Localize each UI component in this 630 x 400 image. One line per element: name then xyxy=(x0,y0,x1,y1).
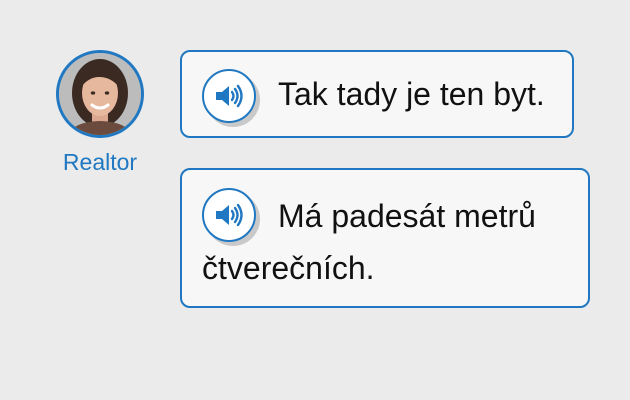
speaker-name: Realtor xyxy=(62,149,138,175)
dialogue-text: Má padesát metrů čtverečních. xyxy=(202,198,536,286)
play-audio-button[interactable] xyxy=(202,69,256,123)
speaker-icon xyxy=(216,84,243,108)
dialogue-bubble: Má padesát metrů čtverečních. xyxy=(180,168,590,308)
avatar xyxy=(56,50,144,138)
realtor-portrait-image xyxy=(59,53,141,135)
dialogue-text: Tak tady je ten byt. xyxy=(278,76,545,112)
dialogue-bubble: Tak tady je ten byt. xyxy=(180,50,574,138)
